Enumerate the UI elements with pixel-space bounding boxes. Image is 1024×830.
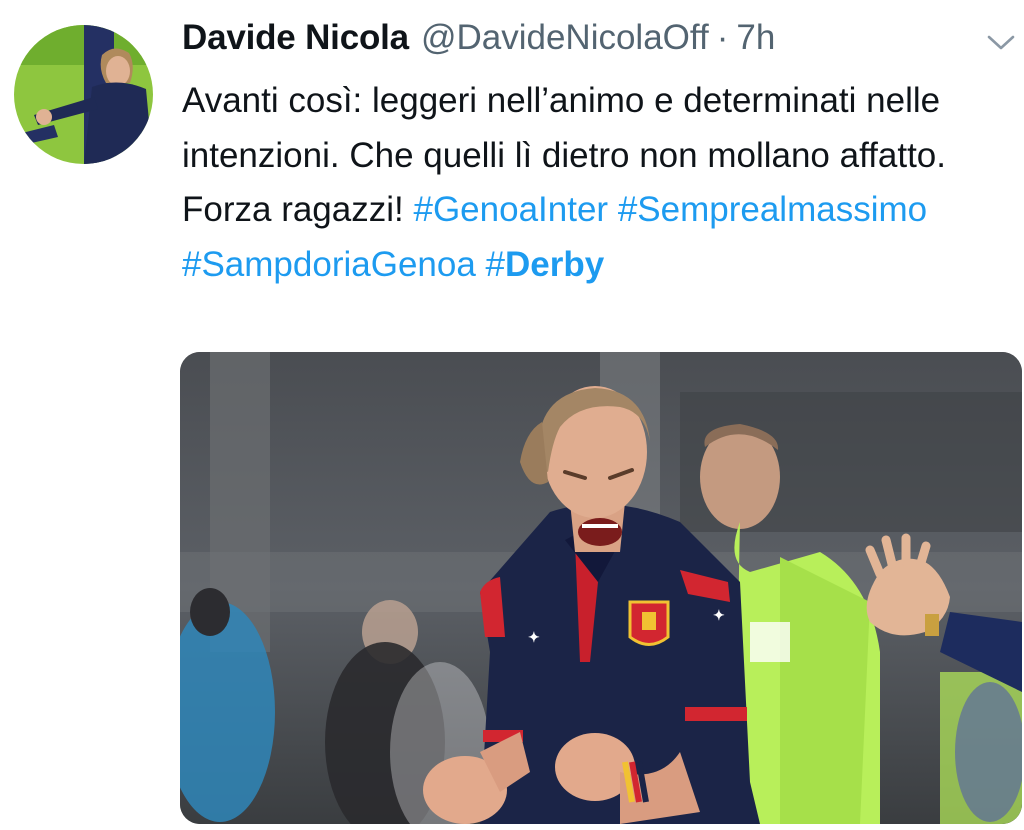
avatar-image — [14, 25, 153, 164]
author-name[interactable]: Davide Nicola — [182, 18, 409, 58]
hashtag-link[interactable]: #Semprealmassimo — [618, 190, 927, 229]
tweet-text: Avanti così: leggeri nell’animo e determ… — [182, 74, 1012, 292]
hashtag-link[interactable]: #GenoaInter — [413, 190, 608, 229]
dot-separator: · — [716, 18, 729, 57]
timestamp[interactable]: 7h — [736, 18, 775, 58]
hashtag-link[interactable]: #SampdoriaGenoa — [182, 245, 476, 284]
author-handle[interactable]: @DavideNicolaOff — [421, 18, 709, 58]
hashtag-prefix: # — [485, 244, 506, 284]
hashtag-link-derby[interactable]: #Derby — [486, 245, 605, 284]
tweet-header: Davide Nicola @DavideNicolaOff · 7h — [182, 18, 982, 70]
kappa-logo-right: ✦ — [713, 607, 725, 623]
chevron-down-icon — [987, 35, 1015, 50]
photo-coach-celebrating: ✦ ✦ — [180, 352, 1022, 824]
hashtag-bold-word: Derby — [505, 244, 605, 284]
kappa-logo-left: ✦ — [528, 629, 540, 645]
more-menu-button[interactable] — [984, 30, 1018, 56]
tweet-photo[interactable]: ✦ ✦ — [180, 352, 1022, 824]
author-avatar[interactable] — [14, 25, 153, 164]
